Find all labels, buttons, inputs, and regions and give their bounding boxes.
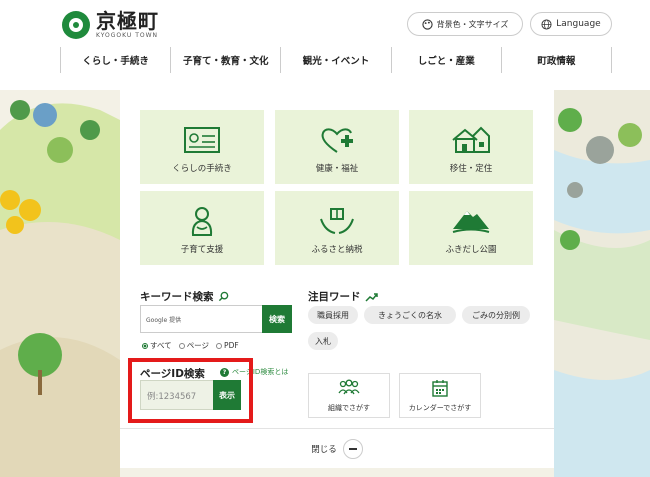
search-scope-radios: すべて ページ PDF: [142, 340, 239, 351]
tile-relocation[interactable]: 移住・定住: [409, 110, 533, 184]
logo-subtitle: KYOGOKU TOWN: [96, 32, 159, 39]
radio-all[interactable]: すべて: [142, 340, 172, 351]
tile-living-procedures[interactable]: くらしの手続き: [140, 110, 264, 184]
card-label: 組織でさがす: [328, 403, 370, 412]
palette-icon: [421, 18, 433, 30]
radio-dot: [216, 342, 223, 349]
radio-page[interactable]: ページ: [178, 340, 210, 351]
close-row: 閉じる: [120, 428, 554, 468]
nav-item-education[interactable]: 子育て・教育・文化: [170, 47, 280, 73]
tile-label: 健康・福祉: [315, 164, 359, 174]
town-emblem-icon: [62, 10, 90, 39]
trending-tag[interactable]: 入札: [308, 332, 338, 350]
tile-label: ふきだし公園: [445, 245, 497, 255]
site-header: 京極町 KYOGOKU TOWN 背景色・文字サイズ Language くらし・…: [0, 0, 650, 90]
baby-icon: [191, 207, 213, 236]
menu-panel: くらしの手続き 健康・福祉 移住・定住 子育て支援 ふるさと納税 ふきだし公園 …: [120, 90, 554, 468]
tile-fukidashi-park[interactable]: ふきだし公園: [409, 191, 533, 265]
color-size-label: 背景色・文字サイズ: [436, 19, 509, 29]
radio-label: PDF: [224, 341, 239, 350]
nav-item-work[interactable]: しごと・産業: [390, 47, 501, 73]
radio-dot: [142, 342, 148, 349]
tile-health-welfare[interactable]: 健康・福祉: [275, 110, 399, 184]
tile-label: くらしの手続き: [172, 164, 232, 174]
search-by-organization-card[interactable]: 組織でさがす: [308, 373, 390, 418]
hands-gift-icon: [320, 208, 354, 234]
keyword-search-title: キーワード検索: [140, 291, 214, 303]
radio-dot: [178, 342, 185, 349]
radio-label: すべて: [150, 341, 172, 350]
close-button[interactable]: [342, 438, 363, 459]
heart-plus-icon: [321, 128, 353, 153]
globe-icon: [541, 18, 552, 30]
id-card-icon: [184, 127, 220, 153]
search-icon: [218, 291, 228, 302]
card-label: カレンダーでさがす: [408, 403, 472, 412]
radio-label: ページ: [186, 341, 210, 350]
tile-label: 移住・定住: [449, 164, 493, 174]
trending-heading: 注目ワード: [308, 289, 378, 304]
search-by-calendar-card[interactable]: カレンダーでさがす: [399, 373, 481, 418]
global-nav: くらし・手続き 子育て・教育・文化 観光・イベント しごと・産業 町政情報: [60, 47, 613, 73]
trending-title: 注目ワード: [308, 291, 361, 303]
trending-tag[interactable]: 職員採用: [308, 306, 358, 324]
close-label: 閉じる: [311, 444, 337, 455]
people-icon: [338, 379, 360, 394]
language-button[interactable]: Language: [530, 12, 612, 36]
mountain-icon: [452, 211, 490, 233]
keyword-search-input[interactable]: Google 提供: [140, 305, 262, 333]
trending-tag[interactable]: ごみの分別例: [462, 306, 530, 324]
language-label: Language: [556, 19, 601, 29]
logo-title: 京極町: [96, 9, 159, 33]
tile-label: ふるさと納税: [311, 245, 363, 255]
tile-label: 子育て支援: [180, 245, 224, 255]
house-icon: [452, 126, 490, 153]
keyword-search-button[interactable]: 検索: [262, 305, 292, 333]
radio-pdf[interactable]: PDF: [216, 340, 239, 351]
keyword-search-heading: キーワード検索: [140, 289, 229, 304]
highlight-box: [128, 358, 253, 423]
color-size-button[interactable]: 背景色・文字サイズ: [407, 12, 523, 36]
calendar-icon: [432, 379, 448, 397]
nav-item-tourism[interactable]: 観光・イベント: [280, 47, 390, 73]
nav-item-living[interactable]: くらし・手続き: [60, 47, 170, 73]
trend-up-icon: [364, 292, 378, 302]
tile-childcare[interactable]: 子育て支援: [140, 191, 264, 265]
trending-tag[interactable]: きょうごくの名水: [364, 306, 456, 324]
nav-item-government[interactable]: 町政情報: [500, 47, 613, 73]
site-logo[interactable]: 京極町 KYOGOKU TOWN: [62, 10, 159, 39]
minus-icon: [348, 447, 357, 450]
tile-hometown-tax[interactable]: ふるさと納税: [275, 191, 399, 265]
